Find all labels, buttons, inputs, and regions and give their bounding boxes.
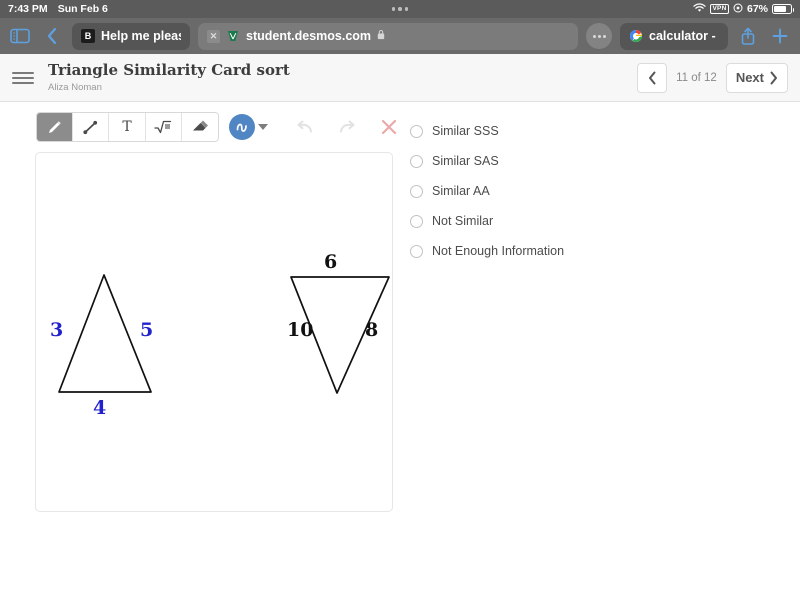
screen-progress: 11 of 12: [676, 71, 717, 84]
vpn-badge: VPN: [710, 4, 729, 14]
page-title: Triangle Similarity Card sort: [48, 61, 290, 80]
triangles-drawing: [58, 274, 390, 394]
sketch-canvas[interactable]: 3 5 4 6 10 8: [35, 152, 393, 512]
battery-percent: 67%: [746, 3, 768, 15]
choice-similar-sss[interactable]: Similar SSS: [410, 116, 800, 146]
triangle-right-side-label-2: 10: [287, 319, 314, 341]
hamburger-menu-icon[interactable]: [12, 71, 34, 84]
browser-tab-bar: B Help me please ✕ student.desmos.com: [0, 18, 800, 54]
battery-icon: [772, 4, 794, 14]
choice-label: Similar AA: [432, 184, 490, 198]
next-button-label: Next: [735, 70, 764, 85]
choice-label: Not Enough Information: [432, 244, 565, 258]
squiggle-stroke-icon[interactable]: [229, 114, 255, 140]
multiple-choice-list: Similar SSS Similar SAS Similar AA Not S…: [410, 110, 800, 266]
browser-tab-3[interactable]: calculator - Goo: [620, 22, 728, 50]
triangle-right-side-label-1: 6: [324, 251, 338, 273]
choice-label: Similar SAS: [432, 154, 499, 168]
lock-icon: [377, 29, 385, 43]
triangle-left-shape: [58, 274, 152, 393]
sketch-pane: T 3 5 4 6 10 8: [0, 102, 400, 600]
radio-button[interactable]: [410, 214, 423, 228]
browser-tab-1[interactable]: B Help me please: [72, 22, 190, 50]
radio-button[interactable]: [410, 154, 423, 168]
wifi-icon: [693, 2, 706, 16]
student-name: Aliza Noman: [48, 81, 102, 93]
browser-tab-2-title: student.desmos.com: [246, 29, 372, 43]
choice-label: Similar SSS: [432, 124, 499, 138]
share-icon[interactable]: [736, 24, 760, 48]
radio-button[interactable]: [410, 184, 423, 198]
previous-screen-button[interactable]: [637, 62, 668, 93]
location-icon: [733, 3, 743, 16]
stroke-style-button[interactable]: [229, 114, 268, 140]
eraser-tool[interactable]: [181, 113, 218, 141]
desmos-favicon: [226, 29, 240, 43]
triangle-left-side-label-3: 4: [93, 397, 107, 419]
screen-navigation: 11 of 12 Next: [637, 62, 788, 93]
math-tool[interactable]: [145, 113, 182, 141]
choice-similar-sas[interactable]: Similar SAS: [410, 146, 800, 176]
triangle-left-side-label-2: 5: [140, 319, 154, 341]
choice-label: Not Similar: [432, 214, 494, 228]
text-tool-label: T: [122, 119, 132, 135]
more-dots-icon[interactable]: [586, 23, 612, 49]
triangle-left-side-label-1: 3: [50, 319, 64, 341]
triangle-right-side-label-3: 8: [365, 319, 379, 341]
next-screen-button[interactable]: Next: [725, 62, 788, 93]
radio-button[interactable]: [410, 124, 423, 138]
plus-icon[interactable]: [768, 24, 792, 48]
choice-similar-aa[interactable]: Similar AA: [410, 176, 800, 206]
sketch-toolbar: T: [0, 110, 400, 144]
close-icon[interactable]: ✕: [207, 29, 220, 43]
caret-down-icon[interactable]: [258, 124, 268, 130]
text-tool[interactable]: T: [109, 113, 146, 141]
browser-tab-3-title: calculator - Goo: [649, 29, 719, 43]
activity-header: Triangle Similarity Card sort Aliza Noma…: [0, 54, 800, 102]
redo-arrow-icon[interactable]: [336, 116, 358, 138]
browser-tab-1-title: Help me please: [101, 29, 181, 43]
pencil-tool[interactable]: [37, 113, 74, 141]
radio-button[interactable]: [410, 244, 423, 258]
undo-arrow-icon[interactable]: [294, 116, 316, 138]
clear-x-icon[interactable]: [378, 116, 400, 138]
choice-not-similar[interactable]: Not Similar: [410, 206, 800, 236]
line-segment-tool[interactable]: [73, 113, 110, 141]
dark-b-favicon: B: [81, 29, 95, 43]
multitasking-dots-icon[interactable]: [0, 0, 800, 18]
status-bar: 7:43 PM Sun Feb 6 VPN 67%: [0, 0, 800, 18]
google-favicon: [629, 29, 643, 43]
choice-not-enough-information[interactable]: Not Enough Information: [410, 236, 800, 266]
answer-pane: Similar SSS Similar SAS Similar AA Not S…: [400, 102, 800, 600]
sidebar-toggle-icon[interactable]: [8, 24, 32, 48]
main-content: T 3 5 4 6 10 8 Similar SSS Similar SAS S…: [0, 102, 800, 600]
back-chevron-icon[interactable]: [40, 24, 64, 48]
browser-tab-2[interactable]: ✕ student.desmos.com: [198, 22, 578, 50]
